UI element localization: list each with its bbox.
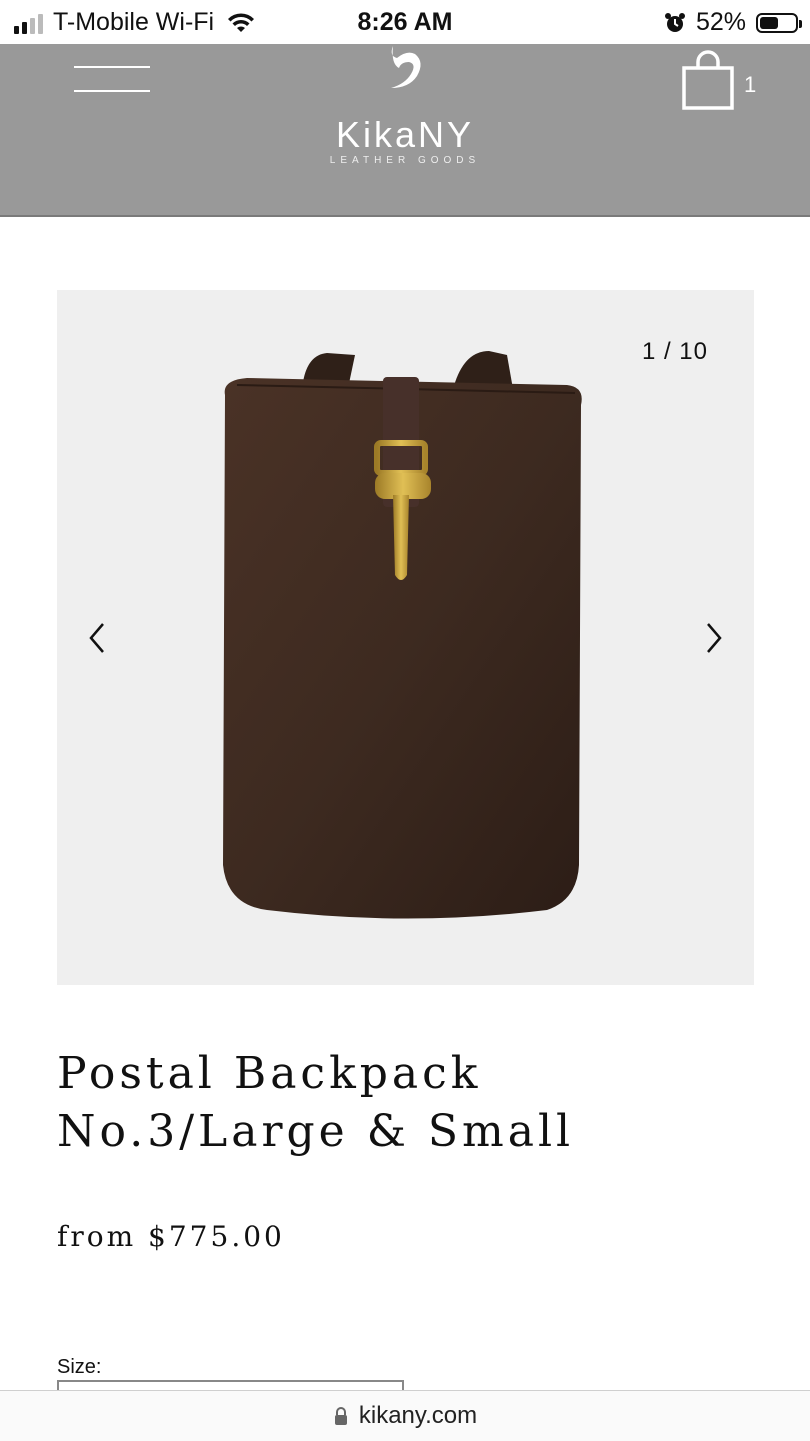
cart-count: 1	[744, 72, 757, 97]
product-gallery[interactable]: 1 / 10	[57, 290, 754, 985]
product-price: from $775.00	[57, 1220, 285, 1253]
browser-url-bar[interactable]: kikany.com	[0, 1390, 810, 1441]
url-text: kikany.com	[358, 1402, 478, 1429]
size-label: Size:	[57, 1356, 102, 1378]
site-header: KikaNY LEATHER GOODS 1	[0, 44, 810, 217]
product-title-line1: Postal Backpack	[57, 1048, 482, 1099]
lock-icon	[334, 1407, 347, 1425]
alarm-icon	[664, 12, 685, 32]
product-title: Postal Backpack No.3/Large & Small	[57, 1045, 757, 1161]
product-image[interactable]	[207, 345, 607, 925]
chevron-right-icon[interactable]	[698, 620, 728, 656]
cart-button[interactable]: 1	[680, 50, 760, 114]
logo-mark-icon	[391, 46, 421, 88]
chevron-left-icon[interactable]	[83, 620, 113, 656]
status-bar: T-Mobile Wi-Fi 8:26 AM 52%	[0, 0, 810, 44]
logo-tagline: LEATHER GOODS	[329, 155, 481, 166]
battery-icon	[756, 12, 802, 33]
status-right: 52%	[664, 8, 802, 37]
product-title-line2: No.3/Large & Small	[57, 1106, 575, 1157]
battery-percent: 52%	[695, 8, 746, 36]
shopping-bag-icon	[682, 50, 734, 110]
gallery-counter: 1 / 10	[641, 338, 708, 365]
logo-name: KikaNY	[335, 114, 475, 155]
